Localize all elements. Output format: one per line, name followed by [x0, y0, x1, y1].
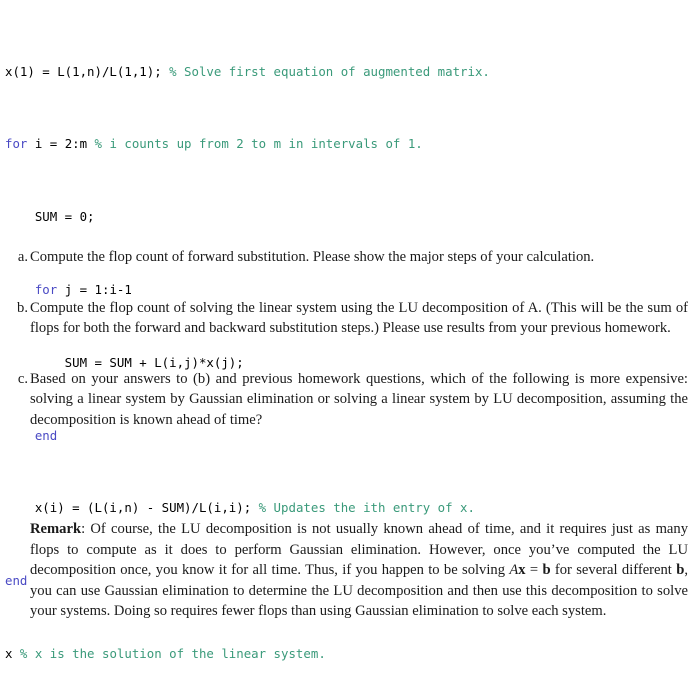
code-line: x(1) = L(1,n)/L(1,1); % Solve first equa…: [5, 63, 695, 81]
code-token-keyword: end: [5, 573, 28, 589]
code-token-comment: % Solve first equation of augmented matr…: [169, 63, 490, 79]
math-vector-x: x: [518, 562, 526, 579]
code-token-plain: SUM = 0;: [5, 209, 95, 225]
code-token-comment: % i counts up from 2 to m in intervals o…: [94, 136, 423, 152]
list-item-marker: c.: [17, 370, 28, 387]
code-token-plain: x(1) = L(1,n)/L(1,1);: [5, 63, 170, 79]
list-item: c. Based on your answers to (b) and prev…: [0, 369, 700, 431]
problem-list: a. Compute the flop count of forward sub…: [0, 247, 700, 460]
code-line: x % x is the solution of the linear syst…: [5, 645, 695, 663]
math-matrix-A: A: [509, 562, 519, 579]
remark-paragraph: Remark: Of course, the LU decomposition …: [30, 519, 688, 622]
code-token-keyword: for: [5, 136, 28, 152]
code-token-plain: i = 2:m: [27, 136, 95, 152]
code-line: for i = 2:m % i counts up from 2 to m in…: [5, 135, 695, 153]
list-item: a. Compute the flop count of forward sub…: [0, 247, 700, 268]
math-vector-b: b: [542, 562, 551, 579]
list-item-text: Compute the flop count of solving the li…: [30, 299, 688, 337]
list-item-text: Based on your answers to (b) and previou…: [30, 370, 688, 428]
list-item-marker: b.: [17, 299, 28, 316]
remark-label: Remark: [30, 521, 82, 537]
code-line: x(i) = (L(i,n) - SUM)/L(i,i); % Updates …: [5, 499, 695, 517]
list-item-text: Compute the flop count of forward substi…: [30, 249, 595, 265]
code-token-comment: % Updates the ith entry of x.: [258, 500, 475, 516]
list-item-marker: a.: [17, 249, 28, 265]
remark-text-part2: for several different: [550, 562, 677, 579]
code-token-plain: x(i) = (L(i,n) - SUM)/L(i,i);: [5, 500, 259, 516]
code-line: SUM = 0;: [5, 208, 695, 226]
code-token-comment: % x is the solution of the linear system…: [19, 646, 326, 662]
math-equals: =: [525, 562, 543, 579]
list-item: b. Compute the flop count of solving the…: [0, 298, 700, 339]
code-token-plain: x: [5, 646, 20, 662]
